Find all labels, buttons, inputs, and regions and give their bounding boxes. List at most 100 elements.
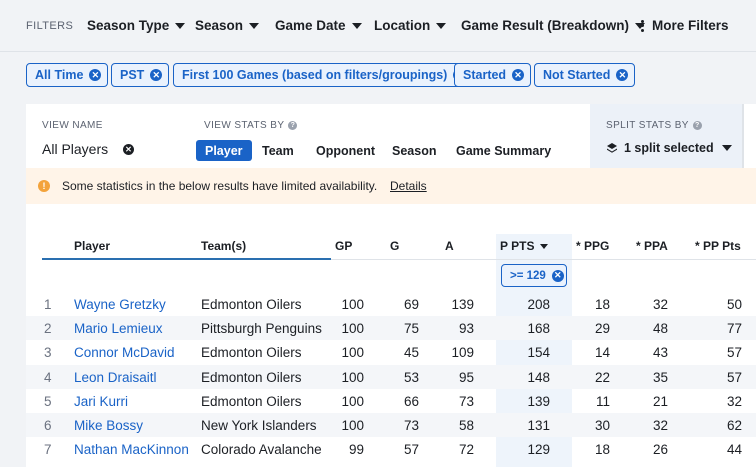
team-cell: Edmonton Oilers — [201, 393, 302, 409]
gp-cell: 100 — [341, 369, 364, 385]
ppg-cell: 18 — [594, 297, 610, 312]
player-link[interactable]: Jari Kurri — [74, 394, 128, 409]
row-rank: 5 — [44, 393, 52, 409]
col-header-teams[interactable]: Team(s) — [201, 239, 246, 253]
player-link[interactable]: Leon Draisaitl — [74, 370, 157, 385]
ppg-cell: 18 — [594, 442, 610, 458]
ppg-cell: 30 — [594, 418, 610, 433]
player-link[interactable]: Nathan MacKinnon — [74, 442, 189, 457]
chip-pst[interactable]: PST ✕ — [111, 63, 170, 87]
col-header-gp[interactable]: GP — [335, 239, 352, 253]
ppa-cell: 32 — [652, 297, 668, 312]
table-row: 6 Mike Bossy New York Islanders 100 73 58 131 3… — [26, 413, 756, 437]
season-type-dropdown[interactable]: Season Type — [87, 18, 186, 33]
stats-panel: VIEW NAME All Players ✕ VIEW STATS BY? P… — [26, 104, 756, 467]
g-cell: 53 — [403, 369, 419, 385]
layers-icon — [607, 143, 617, 153]
chevron-down-icon — [175, 22, 186, 29]
gp-cell: 100 — [341, 345, 364, 361]
more-filters-button[interactable]: More Filters — [641, 18, 729, 33]
tab-season[interactable]: Season — [392, 140, 436, 161]
pppts-cell: 62 — [726, 418, 742, 433]
row-rank: 7 — [44, 442, 52, 458]
chevron-down-icon — [436, 22, 447, 29]
chip-all-time[interactable]: All Time ✕ — [26, 63, 109, 87]
team-cell: New York Islanders — [201, 418, 317, 433]
col-header-ppg[interactable]: * PPG — [576, 239, 609, 253]
g-cell: 66 — [403, 393, 419, 409]
tab-player[interactable]: Player — [196, 140, 252, 161]
game-date-dropdown[interactable]: Game Date — [275, 18, 362, 33]
table-row: 5 Jari Kurri Edmonton Oilers 100 66 73 139 11 21… — [26, 389, 756, 413]
gp-cell: 100 — [341, 321, 364, 337]
filters-label: FILTERS — [26, 20, 74, 32]
player-link[interactable]: Mario Lemieux — [74, 321, 163, 336]
chevron-down-icon — [721, 145, 732, 151]
split-stats-dropdown[interactable]: 1 split selected — [606, 141, 732, 155]
remove-chip-icon[interactable]: ✕ — [512, 69, 525, 81]
col-header-pp-pts[interactable]: * PP Pts — [695, 239, 741, 253]
ppg-cell: 11 — [595, 393, 610, 409]
col-header-player[interactable]: Player — [74, 239, 110, 253]
pts-cell: 129 — [527, 442, 550, 458]
sort-desc-icon — [540, 243, 549, 249]
gp-cell: 99 — [348, 442, 364, 458]
ppa-cell: 26 — [652, 442, 668, 458]
notice-text: Some statistics in the below results hav… — [62, 179, 378, 193]
team-cell: Pittsburgh Penguins — [201, 321, 322, 337]
chip-not-started[interactable]: Not Started ✕ — [534, 63, 636, 87]
ppg-cell: 14 — [594, 345, 610, 361]
view-name-value[interactable]: All Players — [42, 141, 108, 157]
header-divider — [331, 259, 756, 260]
a-cell: 95 — [458, 369, 474, 385]
g-cell: 75 — [403, 321, 419, 337]
col-header-g[interactable]: G — [390, 239, 399, 253]
remove-filter-icon[interactable]: ✕ — [551, 269, 564, 282]
pppts-cell: 57 — [726, 345, 742, 361]
player-link[interactable]: Wayne Gretzky — [74, 297, 166, 312]
pppts-cell: 57 — [726, 369, 742, 385]
remove-chip-icon[interactable]: ✕ — [89, 69, 102, 81]
col-header-ppa[interactable]: * PPA — [636, 239, 668, 253]
row-rank: 6 — [44, 418, 52, 433]
a-cell: 73 — [458, 393, 474, 409]
player-link[interactable]: Connor McDavid — [74, 345, 175, 360]
details-link[interactable]: Details — [390, 179, 427, 193]
split-stats-section: SPLIT STATS BY? 1 split selected — [590, 104, 742, 168]
row-rank: 1 — [44, 297, 52, 312]
remove-chip-icon[interactable]: ✕ — [616, 69, 629, 81]
a-cell: 58 — [458, 418, 474, 433]
col-header-a[interactable]: A — [445, 239, 454, 253]
team-cell: Edmonton Oilers — [201, 345, 302, 361]
chip-first-100-games[interactable]: First 100 Games (based on filters/groupi… — [173, 63, 473, 87]
pppts-cell: 32 — [726, 393, 742, 409]
game-result-dropdown[interactable]: Game Result (Breakdown) — [461, 18, 646, 33]
tab-game-summary[interactable]: Game Summary — [456, 140, 551, 161]
gp-cell: 100 — [341, 297, 364, 312]
ppa-cell: 35 — [652, 369, 668, 385]
split-stats-label: SPLIT STATS BY? — [606, 120, 702, 131]
help-icon[interactable]: ? — [692, 121, 702, 130]
tab-team[interactable]: Team — [262, 140, 294, 161]
pts-cell: 208 — [527, 297, 550, 312]
a-cell: 139 — [451, 297, 474, 312]
ppa-cell: 21 — [652, 393, 668, 409]
player-link[interactable]: Mike Bossy — [74, 418, 143, 433]
column-filter-chip[interactable]: >= 129 ✕ — [501, 264, 567, 287]
season-dropdown[interactable]: Season — [195, 18, 260, 33]
chevron-down-icon — [249, 22, 260, 29]
row-rank: 2 — [44, 321, 52, 337]
pppts-cell: 44 — [726, 442, 742, 458]
g-cell: 45 — [403, 345, 419, 361]
filter-bar: FILTERS Season Type Season Game Date Loc… — [0, 0, 756, 52]
help-icon[interactable]: ? — [288, 121, 298, 130]
tab-opponent[interactable]: Opponent — [316, 140, 375, 161]
col-header-p-pts[interactable]: P PTS — [500, 239, 549, 253]
ppa-cell: 32 — [652, 418, 668, 433]
clear-view-icon[interactable]: ✕ — [123, 144, 134, 155]
remove-chip-icon[interactable]: ✕ — [150, 69, 163, 81]
pts-cell: 148 — [527, 369, 550, 385]
chip-started[interactable]: Started ✕ — [454, 63, 532, 87]
table-row: 7 Nathan MacKinnon Colorado Avalanche 99 57 7… — [26, 437, 756, 461]
location-dropdown[interactable]: Location — [374, 18, 447, 33]
